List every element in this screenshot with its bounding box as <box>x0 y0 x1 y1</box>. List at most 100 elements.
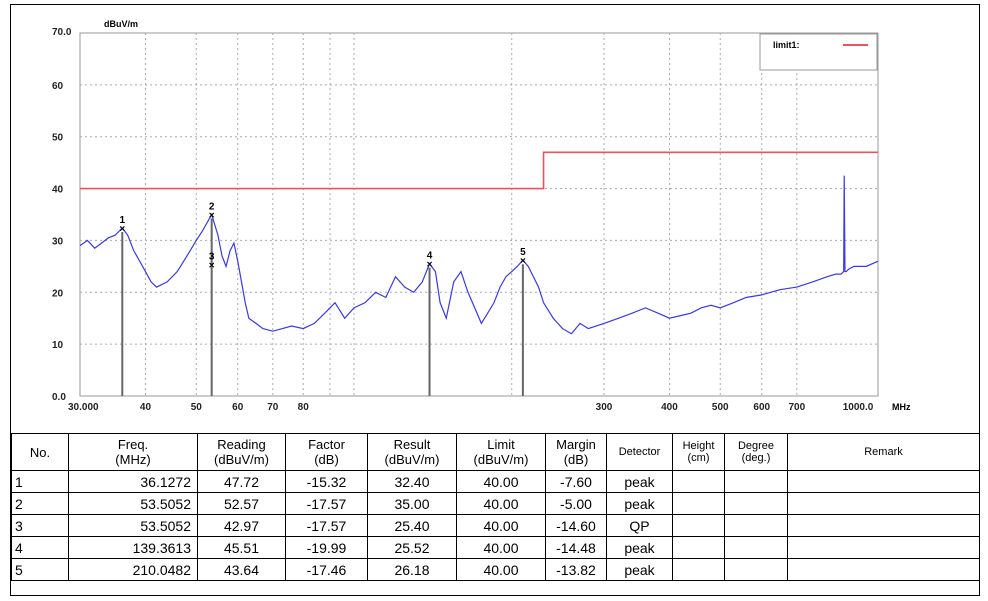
y-tick-label: 50 <box>52 133 64 144</box>
x-tick-label: 40 <box>140 402 152 413</box>
cell-reading: 47.72 <box>197 470 286 493</box>
marker-label: 5 <box>520 247 526 258</box>
marker-label: 2 <box>209 202 215 213</box>
cell-remark <box>787 492 980 515</box>
cell-factor: -19.99 <box>285 536 368 559</box>
x-tick-label: 1000.0 <box>843 402 874 413</box>
x-tick-label: 300 <box>596 402 613 413</box>
legend: limit1: <box>759 33 878 71</box>
cell-result: 26.18 <box>367 558 457 581</box>
cell-height <box>672 558 725 581</box>
cell-freq: 139.3613 <box>68 536 198 559</box>
header-degree: Degree (deg.) <box>724 433 788 471</box>
header-margin: Margin (dB) <box>545 433 607 471</box>
cell-degree <box>724 492 788 515</box>
y-axis-unit: dBuV/m <box>104 19 138 29</box>
marker-label: 1 <box>120 215 126 226</box>
cell-factor: -17.57 <box>285 514 368 537</box>
cell-freq: 53.5052 <box>68 492 198 515</box>
table-row: 4 139.3613 45.51 -19.99 25.52 40.00 -14.48 peak <box>11 536 980 559</box>
cell-result: 32.40 <box>367 470 457 493</box>
header-reading: Reading (dBuV/m) <box>197 433 286 471</box>
cell-freq: 53.5052 <box>68 514 198 537</box>
cell-result: 25.40 <box>367 514 457 537</box>
x-tick-label: 50 <box>191 402 203 413</box>
cell-detector: peak <box>606 492 673 515</box>
header-remark: Remark <box>787 433 980 471</box>
cell-factor: -17.57 <box>285 492 368 515</box>
cell-degree <box>724 536 788 559</box>
table-row: 2 53.5052 52.57 -17.57 35.00 40.00 -5.00 peak <box>11 492 980 515</box>
cell-margin: -5.00 <box>545 492 607 515</box>
y-tick-label: 70.0 <box>52 27 72 38</box>
cell-remark <box>787 470 980 493</box>
cell-limit: 40.00 <box>456 492 546 515</box>
table-row: 1 36.1272 47.72 -15.32 32.40 40.00 -7.60 peak <box>11 470 980 493</box>
x-tick-label: 80 <box>298 402 310 413</box>
cell-limit: 40.00 <box>456 536 546 559</box>
emission-chart: ×1 ×2×3×4×5 0.010203040506070.0 30.000 40 5… <box>52 19 911 413</box>
y-tick-labels: 0.0 10 20 30 40 50 60 70.0 <box>52 27 72 403</box>
cell-no: 1 <box>11 470 69 493</box>
cell-remark <box>787 514 980 537</box>
cell-margin: -14.60 <box>545 514 607 537</box>
y-tick-label: 30 <box>52 236 64 247</box>
legend-label: limit1: <box>773 40 800 50</box>
plot-area <box>79 32 879 397</box>
marker-label: 4 <box>427 251 433 262</box>
cell-result: 25.52 <box>367 536 457 559</box>
x-tick-label: 500 <box>712 402 729 413</box>
x-tick-labels: 30.000 40 50 60 70 80 300 400 500 600 700 1000.0 <box>68 402 874 413</box>
cell-degree <box>724 514 788 537</box>
cell-detector: peak <box>606 536 673 559</box>
cell-factor: -17.46 <box>285 558 368 581</box>
cell-freq: 36.1272 <box>68 470 198 493</box>
header-height: Height (cm) <box>672 433 725 471</box>
table-row: 5 210.0482 43.64 -17.46 26.18 40.00 -13.82 peak <box>11 558 980 581</box>
cell-limit: 40.00 <box>456 514 546 537</box>
header-limit: Limit (dBuV/m) <box>456 433 546 471</box>
cell-remark <box>787 536 980 559</box>
cell-margin: -13.82 <box>545 558 607 581</box>
y-tick-label: 20 <box>52 288 64 299</box>
x-tick-label: 30.000 <box>68 402 99 413</box>
cell-height <box>672 514 725 537</box>
table-row: 3 53.5052 42.97 -17.57 25.40 40.00 -14.60 QP <box>11 514 980 537</box>
cell-height <box>672 492 725 515</box>
cell-reading: 42.97 <box>197 514 286 537</box>
header-detector: Detector <box>606 433 673 471</box>
cell-margin: -14.48 <box>545 536 607 559</box>
header-no: No. <box>11 433 69 471</box>
x-tick-label: 70 <box>267 402 279 413</box>
cell-reading: 43.64 <box>197 558 286 581</box>
header-factor: Factor (dB) <box>285 433 368 471</box>
x-tick-label: 400 <box>661 402 678 413</box>
cell-height <box>672 536 725 559</box>
cell-degree <box>724 558 788 581</box>
cell-limit: 40.00 <box>456 470 546 493</box>
x-tick-label: 600 <box>753 402 770 413</box>
cell-no: 2 <box>11 492 69 515</box>
cell-degree <box>724 470 788 493</box>
header-result: Result (dBuV/m) <box>367 433 457 471</box>
cell-remark <box>787 558 980 581</box>
cell-detector: QP <box>606 514 673 537</box>
x-tick-label: 700 <box>788 402 805 413</box>
cell-detector: peak <box>606 558 673 581</box>
cell-detector: peak <box>606 470 673 493</box>
marker-label: 3 <box>209 251 215 262</box>
table-body: 1 36.1272 47.72 -15.32 32.40 40.00 -7.60 peak 2 5… <box>11 470 980 581</box>
y-tick-label: 0.0 <box>52 392 66 403</box>
result-table: No. Freq. (MHz) Reading (dBuV/m) Factor (dB… <box>11 433 980 581</box>
cell-reading: 52.57 <box>197 492 286 515</box>
y-tick-label: 60 <box>52 81 64 92</box>
cell-no: 4 <box>11 536 69 559</box>
y-tick-label: 10 <box>52 340 64 351</box>
cell-height <box>672 470 725 493</box>
cell-result: 35.00 <box>367 492 457 515</box>
cell-factor: -15.32 <box>285 470 368 493</box>
header-freq: Freq. (MHz) <box>68 433 198 471</box>
cell-margin: -7.60 <box>545 470 607 493</box>
y-tick-label: 40 <box>52 185 64 196</box>
cell-limit: 40.00 <box>456 558 546 581</box>
